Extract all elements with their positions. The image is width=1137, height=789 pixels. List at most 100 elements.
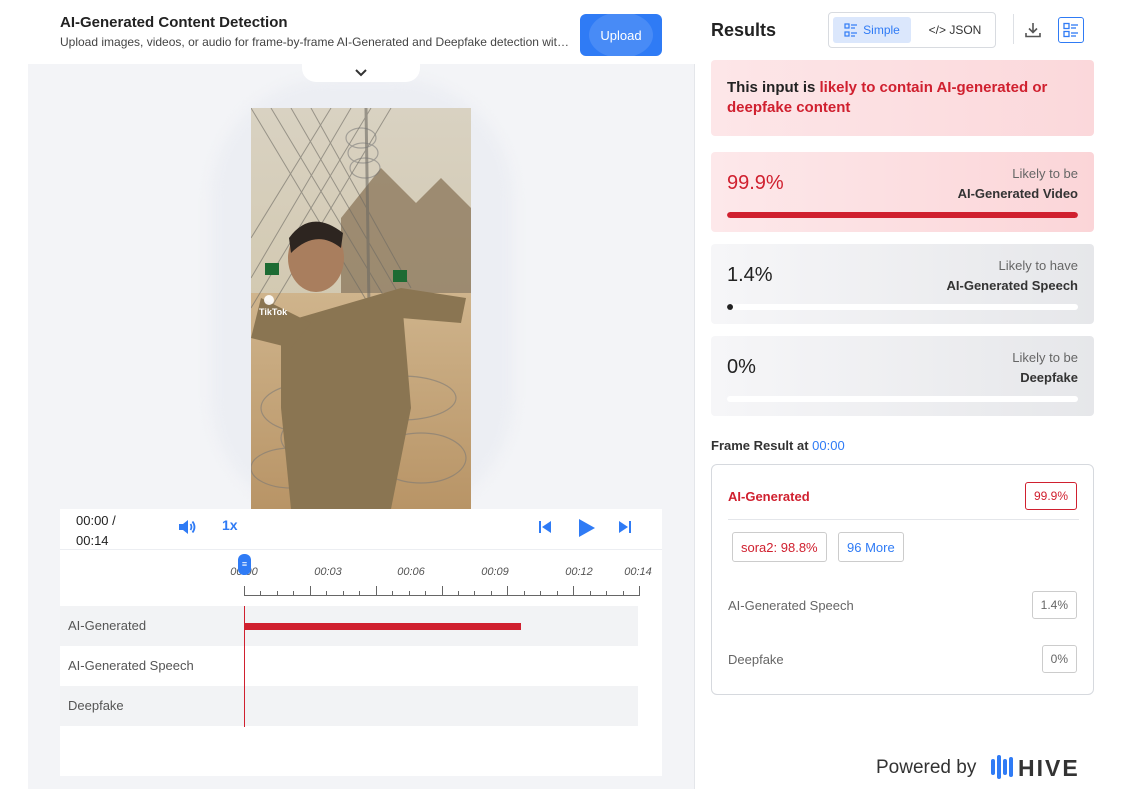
ruler-tick <box>293 591 294 596</box>
video-player: 00:00 / 00:14 1x 00:03 00:06 00:09 00:12… <box>60 509 662 776</box>
score-category: AI-Generated Speech <box>946 278 1079 293</box>
ruler-tick <box>260 591 261 596</box>
json-view-button[interactable]: </> JSON <box>919 17 991 43</box>
play-button[interactable] <box>575 517 597 539</box>
score-percent: 1.4% <box>727 264 773 286</box>
simple-view-label: Simple <box>863 23 900 37</box>
score-caption: Likely to have <box>998 258 1079 273</box>
score-category: Deepfake <box>1020 370 1078 385</box>
skip-previous-icon <box>539 521 551 533</box>
ai-generated-segment[interactable] <box>244 623 521 630</box>
frame-deepfake-score: 0% <box>1041 645 1077 673</box>
ruler-tick <box>507 586 508 596</box>
list-view-icon <box>844 23 858 37</box>
tick-label: 00:06 <box>397 566 425 578</box>
score-card-ai-speech: 1.4% Likely to have AI-Generated Speech <box>711 244 1094 324</box>
video-preview[interactable]: TikTok <box>251 108 471 509</box>
scrubber-handle[interactable]: ≡ <box>238 554 251 575</box>
score-percent: 0% <box>727 356 756 378</box>
score-bar-fill <box>727 212 1078 218</box>
simple-view-button[interactable]: Simple <box>833 17 911 43</box>
track-label: AI-Generated Speech <box>68 658 194 673</box>
frame-speech-score: 1.4% <box>1031 591 1077 619</box>
score-bar <box>727 396 1078 402</box>
ruler-tick <box>277 591 278 596</box>
tick-label: 00:12 <box>565 566 593 578</box>
ruler-tick <box>425 591 426 596</box>
volume-button[interactable] <box>177 517 197 537</box>
frame-speech-label: AI-Generated Speech <box>728 598 854 613</box>
app-title: AI-Generated Content Detection <box>60 14 288 31</box>
score-bar <box>727 304 1078 310</box>
score-percent: 99.9% <box>727 172 784 194</box>
ruler-tick <box>244 586 245 596</box>
tiktok-watermark: TikTok <box>259 307 288 317</box>
playhead-line <box>244 606 245 727</box>
skip-previous-button[interactable] <box>538 520 552 534</box>
list-view-icon <box>1063 22 1078 38</box>
score-bar <box>727 212 1078 218</box>
ruler-tick <box>540 591 541 596</box>
download-button[interactable] <box>1024 21 1042 39</box>
track-label: Deepfake <box>68 698 124 713</box>
frame-divider <box>728 519 1079 520</box>
timeline[interactable]: 00:00 00:03 00:06 00:09 00:12 00:14 ≡ AI… <box>60 550 662 776</box>
volume-icon <box>179 520 196 534</box>
score-bar-fill <box>727 304 733 310</box>
toolbar-separator <box>1013 14 1014 44</box>
track-row-ai-generated: AI-Generated <box>60 606 638 646</box>
score-caption: Likely to be <box>1012 166 1078 181</box>
time-display: 00:00 / 00:14 <box>76 511 116 551</box>
ruler-tick <box>409 591 410 596</box>
ruler-tick <box>359 591 360 596</box>
upload-button-label: Upload <box>600 27 642 43</box>
ruler-tick <box>623 591 624 596</box>
track-row-deepfake: Deepfake <box>60 686 638 726</box>
playback-speed-button[interactable]: 1x <box>222 517 238 533</box>
frame-result-label: Frame Result at <box>711 438 813 453</box>
frame-result-time[interactable]: 00:00 <box>812 438 845 453</box>
current-time: 00:00 / <box>76 513 116 528</box>
tick-label: 00:03 <box>314 566 342 578</box>
play-icon <box>579 519 595 537</box>
tick-label: 00:14 <box>624 566 652 578</box>
ruler-tick <box>639 586 640 596</box>
hive-brand: HIVE <box>1018 755 1080 781</box>
score-caption: Likely to be <box>1012 350 1078 365</box>
total-duration: 00:14 <box>76 533 109 548</box>
ruler-tick <box>458 591 459 596</box>
ruler-tick <box>606 591 607 596</box>
detailed-list-button[interactable] <box>1058 17 1084 43</box>
track-row-ai-speech: AI-Generated Speech <box>60 646 638 686</box>
frame-result-card: AI-Generated 99.9% sora2: 98.8% 96 More … <box>711 464 1094 695</box>
tick-label: 00:09 <box>481 566 509 578</box>
ruler-tick <box>376 586 377 596</box>
skip-next-icon <box>619 521 631 533</box>
upload-button[interactable]: Upload <box>580 14 662 56</box>
view-mode-toggle: Simple </> JSON <box>828 12 996 48</box>
model-chip-sora2[interactable]: sora2: 98.8% <box>732 532 827 562</box>
powered-by-label: Powered by <box>876 757 977 778</box>
frame-result-heading: Frame Result at 00:00 <box>711 438 845 453</box>
ruler-tick <box>326 591 327 596</box>
more-models-chip[interactable]: 96 More <box>838 532 904 562</box>
ruler-tick <box>524 591 525 596</box>
score-category: AI-Generated Video <box>957 186 1078 201</box>
chevron-down-icon <box>355 69 367 77</box>
time-ruler: 00:00 00:03 00:06 00:09 00:12 00:14 <box>230 566 652 596</box>
video-frame-image: TikTok <box>251 108 471 509</box>
hive-logo[interactable]: HIVE <box>990 753 1086 781</box>
media-panel: TikTok 00:00 / 00:14 1x 00:03 00:06 00:0… <box>28 64 695 789</box>
verdict-prefix: This input is <box>727 79 820 96</box>
frame-ai-generated-score: 99.9% <box>1024 482 1077 510</box>
skip-next-button[interactable] <box>618 520 632 534</box>
results-title: Results <box>711 20 777 40</box>
ruler-tick <box>343 591 344 596</box>
collapse-header-button[interactable] <box>302 64 420 82</box>
ruler-tick <box>442 586 443 596</box>
ruler-tick <box>392 591 393 596</box>
ruler-tick <box>573 586 574 596</box>
score-card-ai-video: 99.9% Likely to be AI-Generated Video <box>711 152 1094 232</box>
app-subtitle: Upload images, videos, or audio for fram… <box>60 35 570 49</box>
score-card-deepfake: 0% Likely to be Deepfake <box>711 336 1094 416</box>
